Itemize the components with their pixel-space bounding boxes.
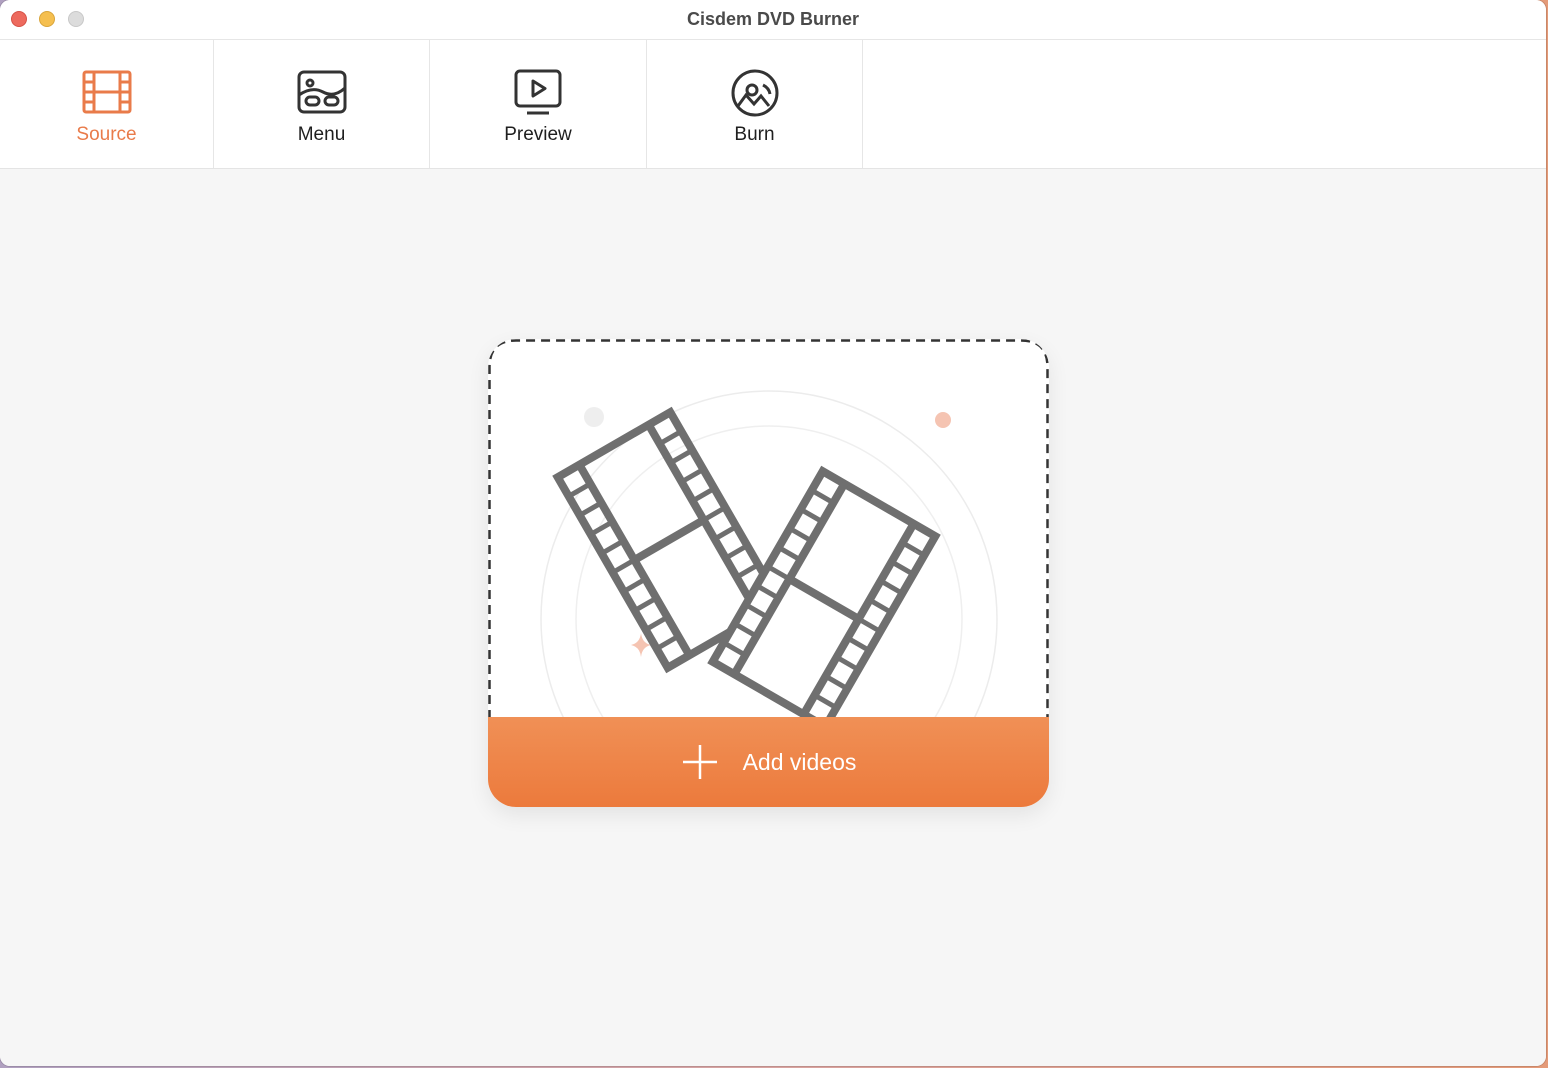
source-content-area: Add videos [0, 169, 1546, 1066]
tab-menu-label: Menu [297, 124, 346, 145]
menu-layout-icon [297, 70, 346, 114]
add-videos-label: Add videos [742, 748, 857, 775]
film-icon [82, 70, 131, 114]
tab-source[interactable]: Source [0, 40, 214, 168]
window-title: Cisdem DVD Burner [686, 9, 860, 29]
film-strips-icon [540, 390, 998, 719]
tab-menu[interactable]: Menu [214, 40, 430, 168]
disc-burn-icon [731, 69, 778, 117]
tab-burn[interactable]: Burn [647, 40, 863, 168]
add-videos-button[interactable]: Add videos [488, 717, 1049, 807]
video-drop-zone[interactable]: Add videos [488, 339, 1049, 807]
tab-burn-label: Burn [734, 124, 775, 145]
play-screen-icon [514, 69, 562, 115]
tab-preview[interactable]: Preview [430, 40, 647, 168]
plus-icon [682, 745, 717, 779]
tab-source-label: Source [76, 124, 137, 145]
title-bar[interactable]: Cisdem DVD Burner [0, 0, 1546, 40]
toolbar: Source Menu Preview Burn [0, 40, 1546, 169]
tab-preview-label: Preview [504, 124, 572, 145]
app-window: Cisdem DVD Burner Source Menu Preview Bu… [0, 0, 1546, 1066]
